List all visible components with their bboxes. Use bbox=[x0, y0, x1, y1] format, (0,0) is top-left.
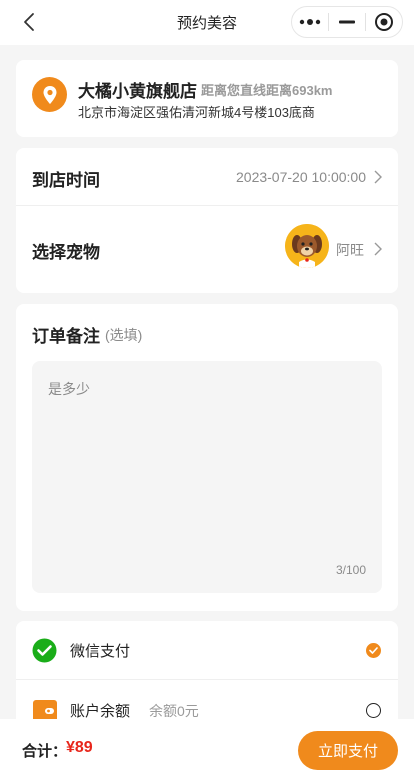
remark-text: 是多少 bbox=[48, 381, 90, 397]
total-label: 合计： bbox=[22, 743, 68, 760]
store-card: 大橘小黄旗舰店 距离您直线距离693km 北京市海淀区强佑清河新城4号楼103底… bbox=[16, 60, 398, 137]
payment-option-label: 账户余额 bbox=[70, 703, 131, 720]
total-amount: ¥89 bbox=[66, 739, 93, 756]
chevron-right-icon bbox=[374, 242, 382, 256]
payment-option-label: 微信支付 bbox=[70, 643, 131, 660]
select-pet-label: 选择宠物 bbox=[32, 243, 100, 262]
appointment-card: 到店时间 2023-07-20 10:00:00 选择宠物 阿旺 bbox=[16, 148, 398, 293]
remark-title: 订单备注 bbox=[32, 327, 100, 346]
arrival-time-row[interactable]: 到店时间 2023-07-20 10:00:00 bbox=[16, 148, 398, 205]
radio-checked-icon bbox=[366, 643, 381, 658]
more-dots-icon[interactable] bbox=[292, 7, 328, 37]
location-pin-icon bbox=[32, 77, 67, 112]
radio-unchecked-icon bbox=[366, 703, 381, 718]
pay-now-button[interactable]: 立即支付 bbox=[298, 731, 398, 770]
mini-program-capsule bbox=[291, 6, 403, 38]
minimize-icon[interactable] bbox=[329, 7, 365, 37]
remark-textarea[interactable]: 是多少 3/100 bbox=[32, 361, 382, 593]
chevron-right-icon bbox=[374, 170, 382, 184]
remark-char-count: 3/100 bbox=[335, 563, 366, 577]
store-address: 北京市海淀区强佑清河新城4号楼103底商 bbox=[78, 105, 315, 120]
remark-optional-hint: (选填) bbox=[105, 327, 143, 343]
store-name: 大橘小黄旗舰店 bbox=[78, 82, 197, 101]
close-target-icon[interactable] bbox=[366, 7, 402, 37]
pet-name: 阿旺 bbox=[336, 242, 364, 258]
payment-option-wechat[interactable]: 微信支付 bbox=[16, 621, 398, 679]
pet-avatar bbox=[285, 224, 329, 268]
order-remark-card: 订单备注 (选填) 是多少 3/100 bbox=[16, 304, 398, 611]
arrival-time-label: 到店时间 bbox=[32, 171, 100, 190]
wechat-pay-icon bbox=[32, 638, 57, 663]
checkout-bar: 合计： ¥89 立即支付 bbox=[0, 719, 414, 780]
navigation-bar: 预约美容 bbox=[0, 0, 414, 45]
store-distance: 距离您直线距离693km bbox=[201, 83, 333, 98]
select-pet-row[interactable]: 选择宠物 阿旺 bbox=[16, 206, 398, 293]
balance-amount: 余额0元 bbox=[149, 703, 199, 719]
arrival-time-value: 2023-07-20 10:00:00 bbox=[236, 169, 366, 185]
